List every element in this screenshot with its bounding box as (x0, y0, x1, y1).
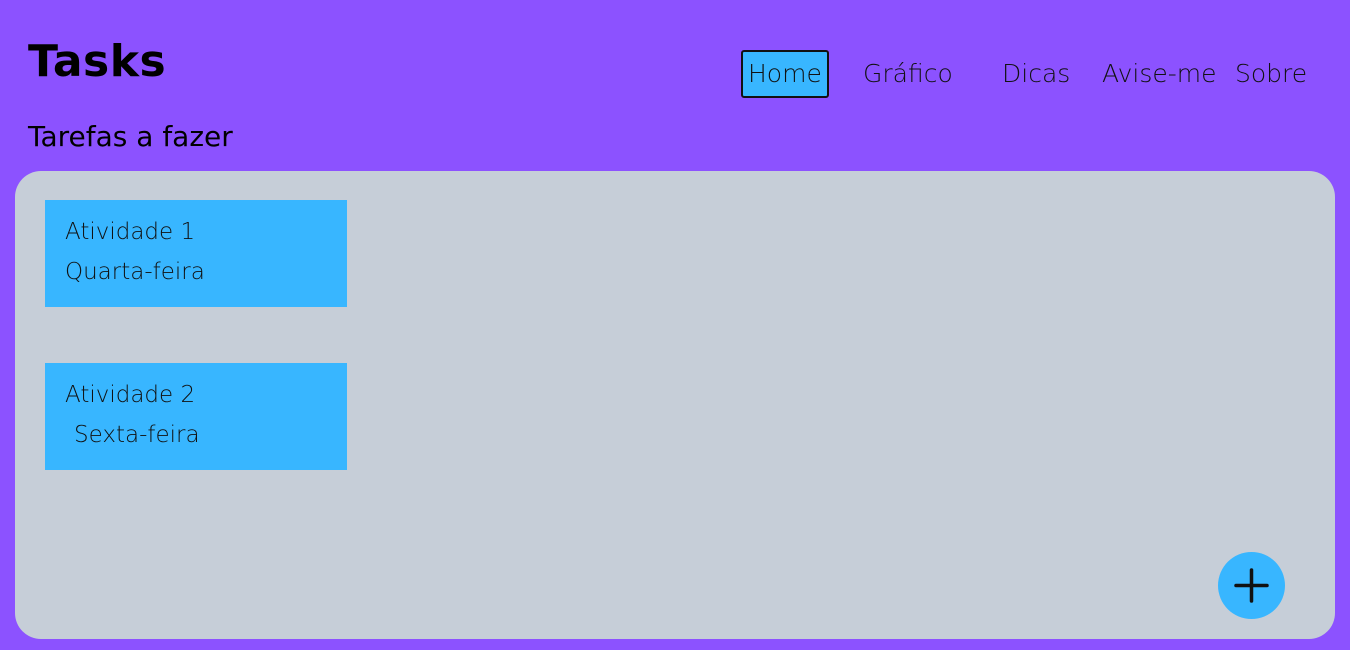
task-day: Quarta-feira (65, 259, 205, 285)
task-board: Atividade 1 Quarta-feira Atividade 2 Sex… (15, 171, 1335, 639)
nav-home[interactable]: Home (741, 50, 829, 98)
task-name: Atividade 2 (65, 382, 196, 408)
main-nav: Home Gráfico Dicas Avise-me Sobre (0, 50, 1350, 98)
page-subtitle: Tarefas a fazer (28, 120, 233, 153)
nav-avise-me[interactable]: Avise-me (1102, 50, 1217, 98)
nav-dicas[interactable]: Dicas (1002, 50, 1070, 98)
nav-sobre[interactable]: Sobre (1235, 50, 1307, 98)
task-name: Atividade 1 (65, 219, 196, 245)
plus-icon (1234, 568, 1269, 603)
nav-grafico[interactable]: Gráfico (863, 50, 953, 98)
add-task-button[interactable] (1218, 552, 1285, 619)
task-card[interactable]: Atividade 1 Quarta-feira (45, 200, 347, 307)
task-day: Sexta-feira (74, 422, 200, 448)
task-card[interactable]: Atividade 2 Sexta-feira (45, 363, 347, 470)
